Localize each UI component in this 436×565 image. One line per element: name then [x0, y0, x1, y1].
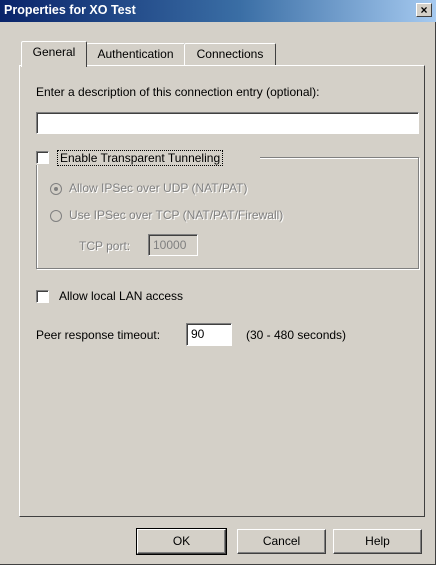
tab-authentication-label: Authentication	[97, 47, 174, 61]
tab-authentication[interactable]: Authentication	[86, 43, 185, 65]
cancel-button[interactable]: Cancel	[237, 529, 326, 554]
tab-connections-label: Connections	[196, 47, 264, 61]
tab-connections[interactable]: Connections	[184, 43, 276, 65]
tab-general[interactable]: General	[21, 41, 87, 67]
general-tab-panel	[19, 65, 425, 517]
tab-general-label: General	[32, 45, 76, 59]
close-icon: ×	[420, 3, 428, 17]
properties-dialog: Properties for XO Test × General Authent…	[0, 0, 436, 565]
close-button[interactable]: ×	[416, 3, 432, 17]
window-title: Properties for XO Test	[4, 3, 136, 17]
title-bar[interactable]: Properties for XO Test ×	[0, 0, 436, 22]
help-button[interactable]: Help	[333, 529, 422, 554]
ok-button[interactable]: OK	[136, 528, 227, 555]
